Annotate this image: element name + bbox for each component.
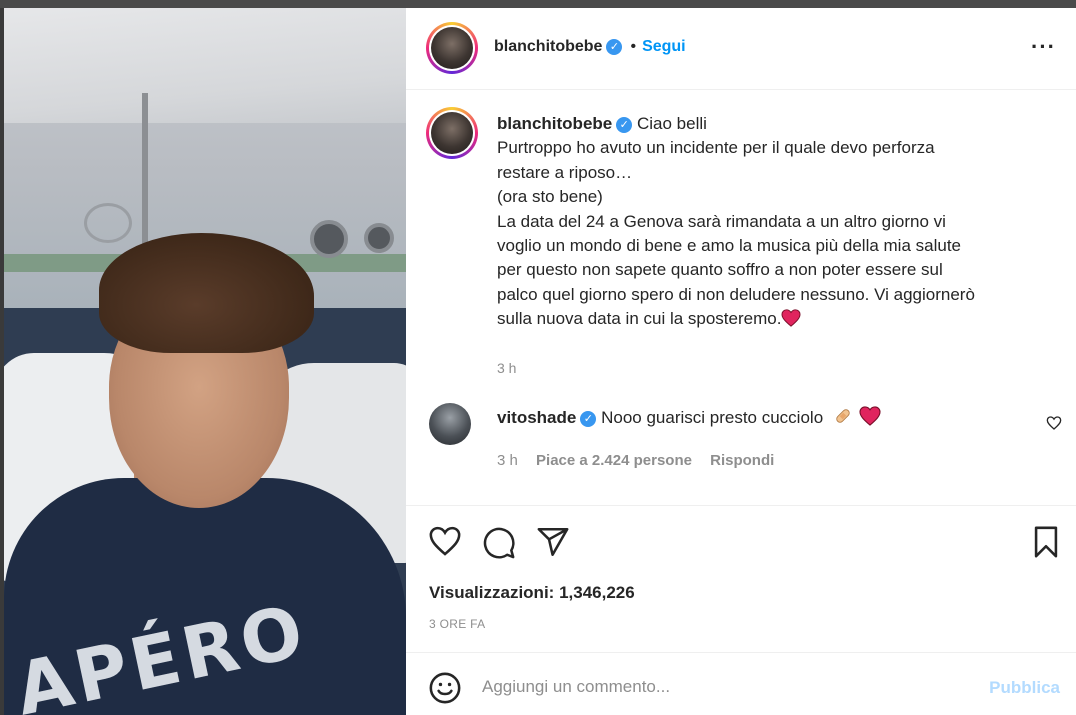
verified-badge-icon: ✓ (606, 38, 623, 55)
post-date[interactable]: 3 ORE FA (429, 617, 485, 631)
emoji-smiley-icon[interactable] (428, 671, 462, 705)
commenter-avatar[interactable] (429, 403, 471, 445)
save-bookmark-icon[interactable] (1029, 525, 1063, 559)
comment-input[interactable] (482, 669, 962, 705)
caption-line: Purtroppo ho avuto un incidente per il q… (497, 138, 935, 158)
like-heart-icon[interactable] (428, 525, 462, 559)
comment-bubble-icon[interactable] (482, 526, 516, 560)
reply-button[interactable]: Rispondi (710, 452, 774, 469)
post-media[interactable]: APÉRO (4, 8, 406, 715)
caption-line: per questo non sapete quanto soffro a no… (497, 260, 943, 280)
post-header: blanchitobebe ✓ • Segui ··· (406, 8, 1076, 90)
caption-text: sulla nuova data in cui la sposteremo. (497, 309, 782, 329)
comment-meta: 3 h Piace a 2.424 persone Rispondi (497, 452, 788, 469)
caption-time[interactable]: 3 h (497, 360, 516, 376)
caption-line: voglio un mondo di bene e amo la musica … (497, 236, 961, 256)
views-label: Visualizzazioni: (429, 583, 555, 602)
media-wall-knob (364, 223, 394, 253)
media-iv-holder (84, 203, 132, 243)
views-value: 1,346,226 (559, 583, 635, 602)
caption-line: sulla nuova data in cui la sposteremo. (497, 307, 1042, 331)
separator-dot: • (630, 38, 637, 55)
caption-line: blanchitobebe ✓ Ciao belli (497, 112, 1042, 136)
avatar-image (431, 112, 473, 154)
browser-top-strip (0, 0, 1076, 8)
caption-body: blanchitobebe ✓ Ciao belli Purtroppo ho a… (497, 112, 1042, 332)
add-comment-bar: Pubblica (406, 652, 1076, 715)
comment-likes[interactable]: Piace a 2.424 persone (536, 452, 692, 469)
comment-text: Nooo guarisci presto cucciolo (601, 408, 824, 427)
media-ceiling (4, 8, 406, 123)
caption-text: Ciao belli (636, 114, 707, 133)
red-heart-emoji-icon (781, 309, 801, 328)
caption-author-avatar[interactable] (426, 107, 478, 159)
comment-text-row: vitoshade ✓ Nooo guarisci presto cucciolo (497, 406, 881, 428)
commenter-username[interactable]: vitoshade (497, 408, 576, 427)
caption-line: palco quel giorno spero di non deludere … (497, 284, 975, 304)
author-avatar[interactable] (426, 22, 478, 74)
author-username[interactable]: blanchitobebe (494, 38, 602, 55)
media-hair (99, 233, 314, 353)
verified-badge-icon: ✓ (580, 410, 597, 427)
avatar-image (431, 27, 473, 69)
caption-line: restare a riposo… (497, 162, 633, 182)
comment-time[interactable]: 3 h (497, 452, 518, 469)
follow-button[interactable]: Segui (642, 38, 686, 55)
bandage-emoji-icon (836, 409, 850, 423)
more-options-icon[interactable]: ··· (1031, 34, 1056, 60)
instagram-post-window: APÉRO blanchitobebe ✓ • Segui ··· blanchito… (0, 0, 1076, 715)
caption-username[interactable]: blanchitobebe (497, 114, 612, 133)
media-wall-knob (310, 220, 348, 258)
post-side-panel: blanchitobebe ✓ • Segui ··· blanchitobebe ✓ … (406, 8, 1076, 715)
header-user-row: blanchitobebe ✓ • Segui (494, 38, 686, 56)
share-paper-plane-icon[interactable] (536, 525, 570, 559)
views-count: Visualizzazioni: 1,346,226 (429, 583, 635, 603)
comment-like-heart-icon[interactable] (1046, 415, 1062, 431)
post-actions: Visualizzazioni: 1,346,226 3 ORE FA (406, 505, 1076, 655)
publish-button[interactable]: Pubblica (989, 678, 1060, 698)
red-heart-emoji-icon (859, 406, 881, 426)
caption-line: La data del 24 a Genova sarà rimandata a… (497, 211, 946, 231)
caption-line: (ora sto bene) (497, 187, 603, 207)
comment-item: vitoshade ✓ Nooo guarisci presto cucciolo… (406, 393, 1076, 503)
verified-badge-icon: ✓ (616, 116, 633, 133)
